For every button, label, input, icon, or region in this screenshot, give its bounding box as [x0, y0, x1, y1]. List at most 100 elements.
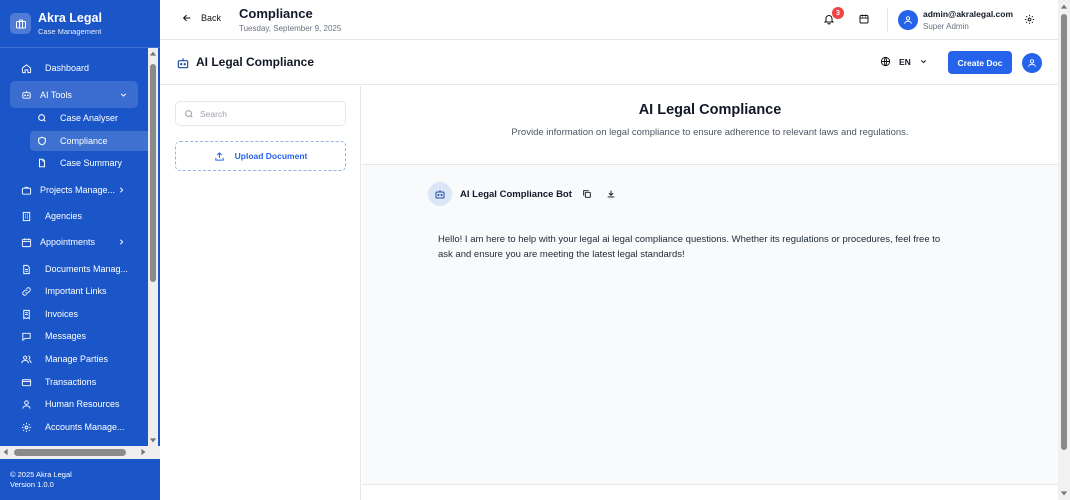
sidebar-item-agencies[interactable]: Agencies	[10, 205, 138, 227]
briefcase-logo-icon	[10, 13, 31, 34]
brand[interactable]: Akra Legal Case Management	[10, 10, 102, 42]
sidebar-item-label: Documents Manag...	[45, 264, 129, 274]
scroll-down-arrow-icon[interactable]	[149, 436, 157, 444]
documents-panel: Upload Document	[160, 86, 361, 500]
gear-icon	[20, 421, 32, 433]
sidebar-item-case-summary[interactable]: Case Summary	[30, 153, 148, 173]
file-icon	[20, 263, 32, 275]
calendar-icon[interactable]	[858, 13, 870, 25]
search-icon	[36, 113, 47, 124]
sidebar-item-label: Manage Parties	[45, 354, 109, 364]
sidebar-item-label: Invoices	[45, 309, 79, 319]
copy-icon[interactable]	[582, 189, 592, 199]
sidebar-item-appointments[interactable]: Appointments	[10, 231, 138, 253]
language-label: EN	[899, 56, 911, 67]
robot-icon	[435, 190, 445, 199]
sidebar-item-label: AI Tools	[40, 89, 72, 100]
document-icon	[36, 158, 47, 169]
page-scrollbar-thumb[interactable]	[1061, 14, 1067, 450]
sidebar-item-projects[interactable]: Projects Manage...	[10, 179, 138, 201]
chat-icon	[20, 330, 32, 342]
search-input[interactable]	[200, 108, 340, 119]
sidebar-item-label: Agencies	[45, 211, 83, 221]
sidebar-item-manage-parties[interactable]: Manage Parties	[10, 348, 138, 370]
bot-name: AI Legal Compliance Bot	[460, 188, 572, 200]
link-icon	[20, 285, 32, 297]
sidebar-item-important-links[interactable]: Important Links	[10, 280, 138, 302]
sidebar-scrollbar[interactable]	[148, 48, 158, 446]
receipt-icon	[20, 308, 32, 320]
sidebar-item-case-analyser[interactable]: Case Analyser	[30, 108, 148, 128]
sidebar-item-accounts[interactable]: Accounts Manage...	[10, 416, 138, 438]
sidebar-item-label: Important Links	[45, 286, 107, 296]
arrow-left-icon	[182, 14, 191, 22]
user-avatar[interactable]	[898, 10, 918, 30]
upload-label: Upload Document	[234, 151, 308, 161]
scroll-up-arrow-icon[interactable]	[149, 50, 157, 58]
section-title: AI Legal Compliance	[196, 55, 315, 69]
calendar-icon	[20, 236, 32, 248]
upload-document-button[interactable]: Upload Document	[175, 141, 346, 171]
search-box[interactable]	[175, 101, 346, 126]
language-selector[interactable]: EN	[880, 56, 928, 67]
robot-icon	[176, 56, 190, 70]
scroll-right-arrow-icon[interactable]	[139, 448, 147, 456]
search-icon	[185, 109, 193, 118]
user-icon	[904, 16, 912, 24]
profile-avatar[interactable]	[1022, 53, 1042, 73]
chat-panel: AI Legal Compliance Provide information …	[362, 86, 1058, 500]
bot-message-header: AI Legal Compliance Bot	[428, 182, 616, 206]
sidebar-nav: Dashboard AI Tools Case Analyser Complia…	[0, 56, 148, 444]
chevron-down-icon	[119, 90, 128, 99]
sidebar-item-dashboard[interactable]: Dashboard	[10, 57, 138, 79]
sidebar-horizontal-scrollbar-thumb[interactable]	[14, 449, 126, 456]
bot-message: Hello! I am here to help with your legal…	[438, 232, 983, 262]
brand-subtitle: Case Management	[38, 27, 102, 36]
sidebar: Akra Legal Case Management Dashboard AI …	[0, 0, 160, 500]
content-header: AI Legal Compliance EN Create Doc	[160, 41, 1060, 85]
sidebar-item-compliance[interactable]: Compliance	[30, 131, 148, 151]
sidebar-footer: © 2025 Akra Legal Version 1.0.0	[10, 470, 72, 490]
sidebar-divider	[0, 47, 160, 48]
globe-icon	[880, 56, 891, 67]
sidebar-item-label: Case Summary	[60, 158, 123, 168]
download-icon[interactable]	[606, 189, 616, 199]
bot-message-line: Hello! I am here to help with your legal…	[438, 234, 941, 245]
scroll-down-arrow-icon[interactable]	[1060, 489, 1068, 497]
scroll-up-arrow-icon[interactable]	[1060, 3, 1068, 11]
user-icon	[20, 398, 32, 410]
briefcase-icon	[20, 184, 32, 196]
users-icon	[20, 353, 32, 365]
sidebar-item-messages[interactable]: Messages	[10, 325, 138, 347]
sidebar-scrollbar-thumb[interactable]	[150, 64, 156, 282]
sidebar-item-label: Case Analyser	[60, 113, 119, 123]
sidebar-item-invoices[interactable]: Invoices	[10, 303, 138, 325]
chevron-right-icon	[117, 186, 126, 195]
chat-input-area[interactable]	[362, 484, 1058, 500]
sidebar-item-ai-tools[interactable]: AI Tools	[10, 81, 138, 108]
page-title: Compliance	[239, 6, 313, 21]
back-button[interactable]: Back	[182, 13, 221, 23]
sidebar-item-label: Dashboard	[45, 63, 90, 73]
chat-subtitle: Provide information on legal compliance …	[511, 127, 909, 138]
gear-icon[interactable]	[1024, 14, 1035, 25]
topbar-divider	[887, 8, 888, 32]
chat-title: AI Legal Compliance	[638, 102, 782, 118]
sidebar-item-label: Projects Manage...	[40, 185, 116, 195]
topbar: Back Compliance Tuesday, September 9, 20…	[160, 0, 1070, 40]
page-scrollbar[interactable]	[1058, 0, 1070, 500]
building-icon	[20, 210, 32, 222]
page-date: Tuesday, September 9, 2025	[239, 24, 342, 33]
scroll-left-arrow-icon[interactable]	[2, 448, 10, 456]
sidebar-item-human-resources[interactable]: Human Resources	[10, 393, 138, 415]
chevron-down-icon	[920, 60, 926, 64]
sidebar-item-documents[interactable]: Documents Manag...	[10, 258, 138, 280]
robot-icon	[20, 89, 32, 101]
sidebar-horizontal-scrollbar[interactable]	[0, 446, 160, 459]
back-label: Back	[201, 13, 222, 23]
bot-avatar	[428, 182, 452, 206]
sidebar-item-transactions[interactable]: Transactions	[10, 371, 138, 393]
create-doc-button[interactable]: Create Doc	[948, 51, 1012, 74]
bot-message-line: ask and ensure you are meeting the lates…	[438, 249, 685, 260]
credit-card-icon	[20, 376, 32, 388]
